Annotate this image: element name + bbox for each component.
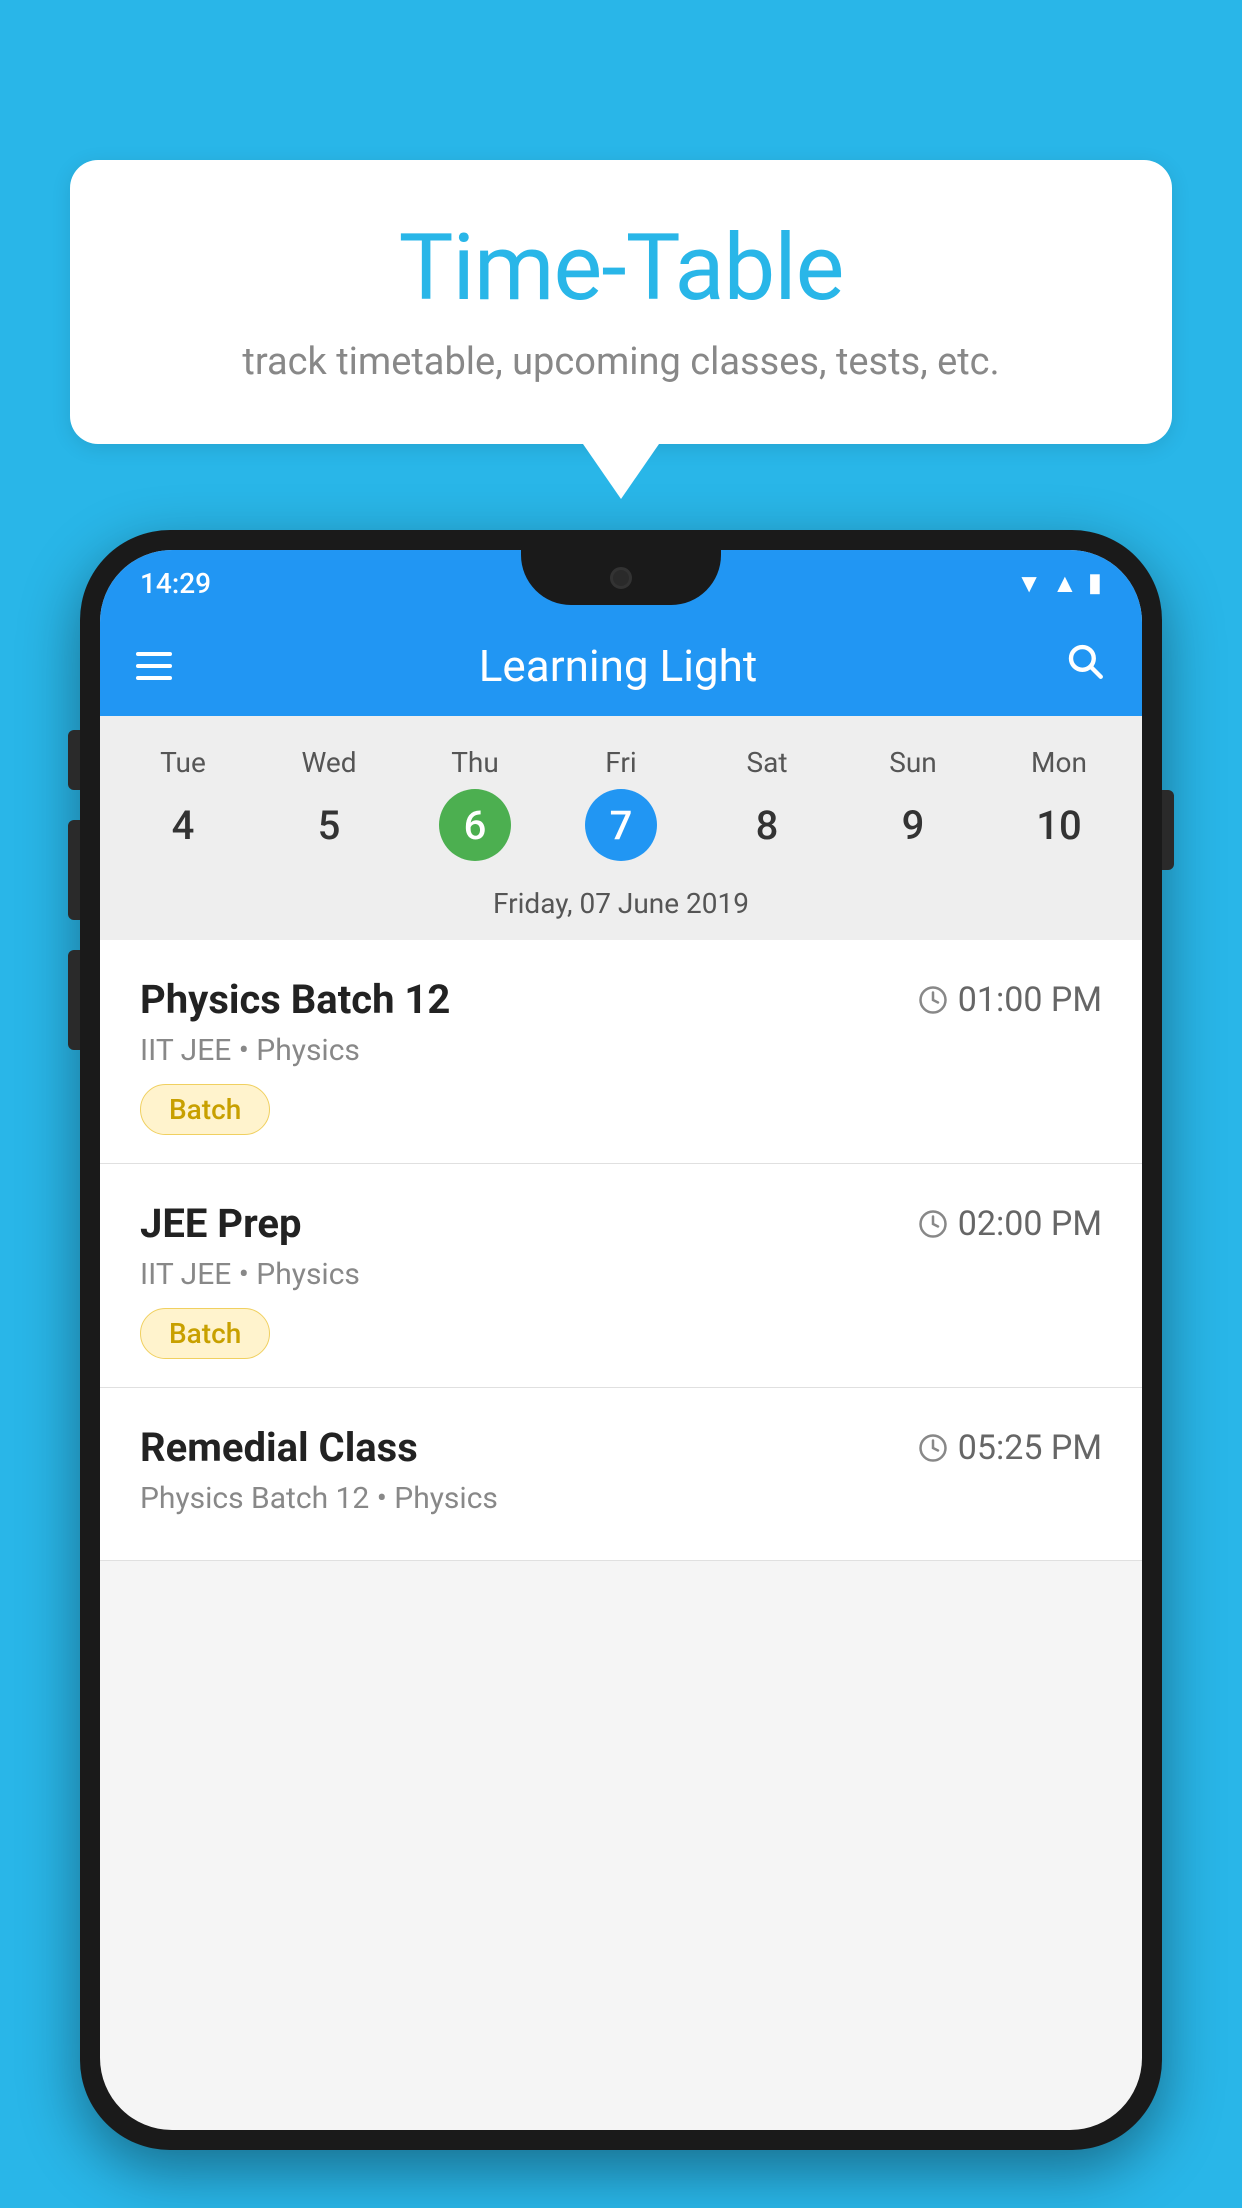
- side-button-left-2: [68, 820, 80, 920]
- day-number: 8: [731, 789, 803, 861]
- schedule-item-time: 01:00 PM: [918, 980, 1102, 1020]
- batch-badge: Batch: [140, 1084, 270, 1135]
- calendar-day[interactable]: Thu 6: [402, 736, 548, 871]
- app-toolbar: Learning Light: [100, 616, 1142, 716]
- schedule-item-time: 05:25 PM: [918, 1428, 1102, 1468]
- clock-icon: [918, 1209, 948, 1239]
- schedule-item[interactable]: JEE Prep 02:00 PM IIT JEE • Physics Batc…: [100, 1164, 1142, 1388]
- bubble-subtitle: track timetable, upcoming classes, tests…: [130, 340, 1112, 384]
- calendar-day[interactable]: Tue 4: [110, 736, 256, 871]
- schedule-item-title: JEE Prep: [140, 1200, 301, 1247]
- schedule-item-subtitle: IIT JEE • Physics: [140, 1033, 1102, 1068]
- clock-icon: [918, 985, 948, 1015]
- phone-container: 14:29 ▼ ▲ ▮ Learning Light: [80, 530, 1162, 2208]
- search-icon[interactable]: [1064, 640, 1106, 693]
- speech-bubble-container: Time-Table track timetable, upcoming cla…: [70, 160, 1172, 499]
- day-number: 6: [439, 789, 511, 861]
- wifi-icon: ▼: [1016, 568, 1042, 599]
- day-number: 5: [293, 789, 365, 861]
- schedule-item-header: Remedial Class 05:25 PM: [140, 1424, 1102, 1471]
- calendar-strip: Tue 4 Wed 5 Thu 6 Fri 7 Sat 8 Sun 9 Mon 10 Friday, 07…: [100, 716, 1142, 940]
- day-name: Mon: [1031, 746, 1087, 779]
- schedule-item-header: Physics Batch 12 01:00 PM: [140, 976, 1102, 1023]
- batch-badge: Batch: [140, 1308, 270, 1359]
- calendar-day[interactable]: Wed 5: [256, 736, 402, 871]
- day-number: 9: [877, 789, 949, 861]
- phone-outer: 14:29 ▼ ▲ ▮ Learning Light: [80, 530, 1162, 2150]
- day-name: Fri: [605, 746, 636, 779]
- clock-icon: [918, 1433, 948, 1463]
- battery-icon: ▮: [1088, 568, 1102, 598]
- schedule-item-subtitle: Physics Batch 12 • Physics: [140, 1481, 1102, 1516]
- schedule-item[interactable]: Physics Batch 12 01:00 PM IIT JEE • Phys…: [100, 940, 1142, 1164]
- speech-bubble-arrow: [583, 444, 659, 499]
- day-number: 10: [1023, 789, 1095, 861]
- status-icons: ▼ ▲ ▮: [1016, 568, 1102, 599]
- day-name: Sat: [746, 746, 787, 779]
- status-bar: 14:29 ▼ ▲ ▮: [100, 550, 1142, 616]
- day-name: Thu: [451, 746, 499, 779]
- days-row: Tue 4 Wed 5 Thu 6 Fri 7 Sat 8 Sun 9 Mon 10: [100, 736, 1142, 871]
- notch: [521, 550, 721, 605]
- schedule-item-time: 02:00 PM: [918, 1204, 1102, 1244]
- day-number: 4: [147, 789, 219, 861]
- schedule-item-title: Remedial Class: [140, 1424, 418, 1471]
- toolbar-title: Learning Light: [202, 640, 1034, 692]
- side-button-right: [1162, 790, 1174, 870]
- calendar-day[interactable]: Mon 10: [986, 736, 1132, 871]
- selected-date-label: Friday, 07 June 2019: [100, 871, 1142, 940]
- day-name: Sun: [889, 746, 937, 779]
- calendar-day[interactable]: Sat 8: [694, 736, 840, 871]
- schedule-item-header: JEE Prep 02:00 PM: [140, 1200, 1102, 1247]
- menu-icon[interactable]: [136, 652, 172, 680]
- side-button-left-3: [68, 950, 80, 1050]
- camera-dot: [610, 567, 632, 589]
- side-button-left-1: [68, 730, 80, 790]
- signal-icon: ▲: [1052, 568, 1078, 599]
- calendar-day[interactable]: Fri 7: [548, 736, 694, 871]
- bubble-title: Time-Table: [130, 215, 1112, 322]
- day-number: 7: [585, 789, 657, 861]
- status-time: 14:29: [140, 567, 211, 600]
- day-name: Tue: [160, 746, 206, 779]
- schedule-item-subtitle: IIT JEE • Physics: [140, 1257, 1102, 1292]
- schedule-list: Physics Batch 12 01:00 PM IIT JEE • Phys…: [100, 940, 1142, 1561]
- speech-bubble: Time-Table track timetable, upcoming cla…: [70, 160, 1172, 444]
- schedule-item[interactable]: Remedial Class 05:25 PM Physics Batch 12…: [100, 1388, 1142, 1561]
- schedule-item-title: Physics Batch 12: [140, 976, 450, 1023]
- calendar-day[interactable]: Sun 9: [840, 736, 986, 871]
- day-name: Wed: [301, 746, 356, 779]
- phone-screen: 14:29 ▼ ▲ ▮ Learning Light: [100, 550, 1142, 2130]
